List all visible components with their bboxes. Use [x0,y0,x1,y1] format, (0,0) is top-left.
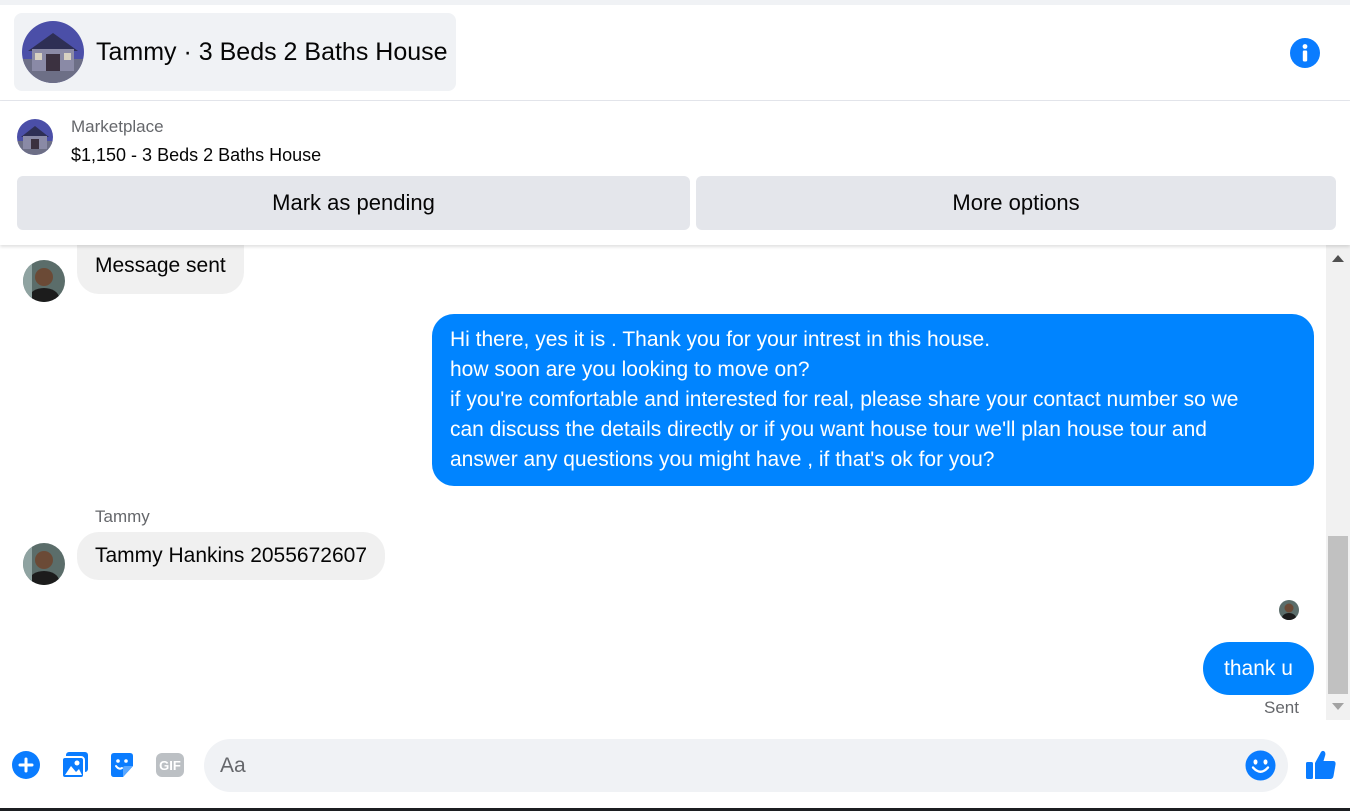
scrollbar[interactable] [1326,245,1350,720]
message-bubble-outgoing[interactable]: thank u [1203,642,1314,695]
conversation-title-button[interactable]: Tammy · 3 Beds 2 Baths House [14,13,456,91]
message-line: how soon are you looking to move on? [450,358,810,381]
photo-icon[interactable] [60,750,90,780]
scroll-down-arrow-icon[interactable] [1332,703,1344,710]
scroll-thumb[interactable] [1328,536,1348,694]
message-list[interactable]: Message sent Hi there, yes it is . Thank… [0,245,1326,720]
scroll-up-arrow-icon[interactable] [1332,255,1344,262]
thumbs-up-icon[interactable] [1304,748,1338,782]
composer: GIF [0,720,1350,811]
marketplace-panel: Marketplace $1,150 - 3 Beds 2 Baths Hous… [0,101,1350,245]
message-text: thank u [1224,656,1293,680]
sticker-icon[interactable] [107,750,137,780]
gif-label: GIF [159,758,181,773]
message-line: answer any questions you might have , if… [450,448,995,471]
conversation-title: Tammy · 3 Beds 2 Baths House [96,37,448,66]
message-status: Sent [1264,698,1299,717]
message-input-wrapper[interactable] [204,739,1288,792]
listing-title[interactable]: $1,150 - 3 Beds 2 Baths House [71,145,321,166]
message-text: Message sent [95,254,226,277]
message-text: Tammy Hankins 2055672607 [95,544,367,567]
avatar [23,260,65,302]
plus-icon[interactable] [11,750,41,780]
marketplace-label: Marketplace [71,117,164,136]
sender-avatar[interactable] [23,260,65,302]
seen-avatar [1279,600,1299,620]
avatar [23,543,65,585]
gif-icon[interactable]: GIF [155,750,185,780]
message-line: if you're comfortable and interested for… [450,388,1239,411]
listing-thumbnail[interactable] [17,119,53,155]
messenger-window: Tammy · 3 Beds 2 Baths House Marketplace… [0,0,1350,811]
mark-as-pending-button[interactable]: Mark as pending [17,176,690,230]
message-bubble-incoming[interactable]: Message sent [77,245,244,294]
conversation-header: Tammy · 3 Beds 2 Baths House [0,0,1350,101]
message-line: Hi there, yes it is . Thank you for your… [450,328,991,351]
message-input[interactable] [220,739,1220,792]
message-line: can discuss the details directly or if y… [450,418,1207,441]
message-bubble-incoming[interactable]: Tammy Hankins 2055672607 [77,532,385,580]
sender-avatar[interactable] [23,543,65,585]
emoji-icon[interactable] [1245,750,1276,781]
sender-name: Tammy [95,507,150,526]
message-bubble-outgoing[interactable]: Hi there, yes it is . Thank you for your… [432,314,1314,486]
listing-avatar [22,21,84,83]
more-options-button[interactable]: More options [696,176,1336,230]
info-icon[interactable] [1290,38,1320,68]
